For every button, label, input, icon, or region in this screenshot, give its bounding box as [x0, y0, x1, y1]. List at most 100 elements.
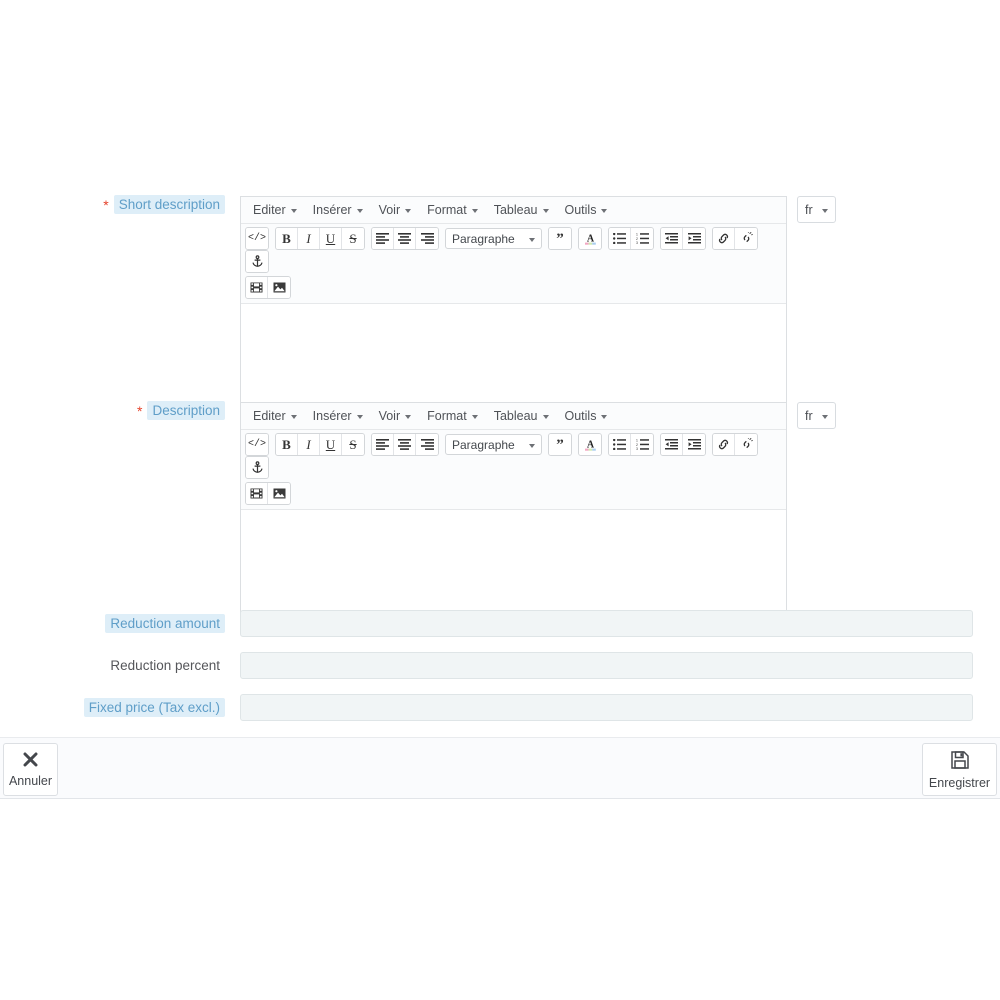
- editor-toolbar-description: </> B I U S Paragraphe ” A 1 2 3: [241, 430, 786, 510]
- indent-icon[interactable]: [683, 228, 705, 249]
- strikethrough-icon[interactable]: S: [342, 434, 364, 455]
- source-code-icon[interactable]: </>: [246, 434, 268, 455]
- menu-item-tableau-label: Tableau: [493, 409, 538, 423]
- toolbar-row-2: [245, 482, 782, 505]
- menu-item-tableau[interactable]: Tableau: [486, 407, 557, 425]
- reduction-percent-label-text: Reduction percent: [110, 657, 220, 673]
- description-editor-wrap: Editer Insérer Voir Format Tableau Outil…: [240, 402, 836, 614]
- align-right-icon[interactable]: [416, 228, 438, 249]
- description-label: * Description: [0, 401, 240, 420]
- menu-item-format[interactable]: Format: [419, 407, 486, 425]
- italic-icon[interactable]: I: [298, 228, 320, 249]
- underline-icon[interactable]: U: [320, 434, 342, 455]
- chevron-down-icon: [356, 209, 363, 213]
- bullet-list-icon[interactable]: [609, 228, 631, 249]
- chevron-down-icon: [405, 209, 412, 213]
- reduction-percent-input[interactable]: [240, 652, 973, 679]
- menu-item-inserer[interactable]: Insérer: [305, 407, 371, 425]
- outdent-icon[interactable]: [661, 228, 683, 249]
- save-button[interactable]: Enregistrer: [922, 743, 997, 796]
- menu-item-voir[interactable]: Voir: [371, 201, 420, 219]
- menu-item-format[interactable]: Format: [419, 201, 486, 219]
- cancel-button-label: Annuler: [8, 774, 53, 788]
- chevron-down-icon: [601, 415, 608, 419]
- menu-item-voir-label: Voir: [378, 409, 401, 423]
- chevron-down-icon: [356, 415, 363, 419]
- chevron-down-icon: [821, 414, 828, 419]
- language-selector-description[interactable]: fr: [797, 402, 836, 429]
- toolbar-row-1: </> B I U S Paragraphe ” A 1 2 3: [245, 227, 782, 273]
- format-select[interactable]: Paragraphe: [445, 434, 542, 455]
- menu-item-inserer-label: Insérer: [312, 409, 352, 423]
- toolbar-group-anchor: [245, 250, 269, 273]
- chevron-down-icon: [471, 415, 478, 419]
- toolbar-group-text-color: A: [578, 433, 602, 456]
- toolbar-group-align: [371, 433, 439, 456]
- menu-item-outils-label: Outils: [564, 203, 597, 217]
- menu-item-inserer[interactable]: Insérer: [305, 201, 371, 219]
- menu-item-outils[interactable]: Outils: [557, 407, 616, 425]
- svg-text:3: 3: [636, 447, 638, 450]
- cancel-button[interactable]: Annuler: [3, 743, 58, 796]
- align-left-icon[interactable]: [372, 434, 394, 455]
- text-color-icon[interactable]: A: [579, 434, 601, 455]
- underline-icon[interactable]: U: [320, 228, 342, 249]
- unlink-icon[interactable]: [735, 228, 757, 249]
- blockquote-icon[interactable]: ”: [549, 228, 571, 249]
- outdent-icon[interactable]: [661, 434, 683, 455]
- bold-icon[interactable]: B: [276, 434, 298, 455]
- image-icon[interactable]: [268, 277, 290, 298]
- fixed-price-input[interactable]: [240, 694, 973, 721]
- toolbar-group-media: [245, 482, 291, 505]
- format-select[interactable]: Paragraphe: [445, 228, 542, 249]
- menu-item-tableau[interactable]: Tableau: [486, 201, 557, 219]
- anchor-icon[interactable]: [246, 457, 268, 478]
- menu-item-outils[interactable]: Outils: [557, 201, 616, 219]
- toolbar-group-media: [245, 276, 291, 299]
- short-description-rich-text-editor[interactable]: Editer Insérer Voir Format Tableau Outil…: [240, 196, 787, 408]
- align-left-icon[interactable]: [372, 228, 394, 249]
- form-row-description: * Description Editer Insérer Voir Format …: [0, 401, 836, 614]
- media-icon[interactable]: [246, 277, 268, 298]
- toolbar-group-lists: 123: [608, 433, 654, 456]
- toolbar-group-source: </>: [245, 433, 269, 456]
- format-select-value: Paragraphe: [452, 437, 515, 452]
- reduction-amount-input[interactable]: [240, 610, 973, 637]
- text-color-icon[interactable]: A: [579, 228, 601, 249]
- short-description-edit-area[interactable]: [241, 304, 786, 407]
- italic-icon[interactable]: I: [298, 434, 320, 455]
- toolbar-group-anchor: [245, 456, 269, 479]
- unlink-icon[interactable]: [735, 434, 757, 455]
- language-selector-short-description[interactable]: fr: [797, 196, 836, 223]
- chevron-down-icon: [471, 209, 478, 213]
- menu-item-format-label: Format: [427, 409, 467, 423]
- source-code-icon[interactable]: </>: [246, 228, 268, 249]
- align-right-icon[interactable]: [416, 434, 438, 455]
- editor-menubar-short-description: Editer Insérer Voir Format Tableau Outil…: [241, 197, 786, 224]
- toolbar-group-source: </>: [245, 227, 269, 250]
- bullet-list-icon[interactable]: [609, 434, 631, 455]
- toolbar-group-indent: [660, 227, 706, 250]
- bold-icon[interactable]: B: [276, 228, 298, 249]
- strikethrough-icon[interactable]: S: [342, 228, 364, 249]
- link-icon[interactable]: [713, 228, 735, 249]
- align-center-icon[interactable]: [394, 434, 416, 455]
- chevron-down-icon: [290, 415, 297, 419]
- menu-item-voir[interactable]: Voir: [371, 407, 420, 425]
- numbered-list-icon[interactable]: 123: [631, 434, 653, 455]
- anchor-icon[interactable]: [246, 251, 268, 272]
- fixed-price-label-text: Fixed price (Tax excl.): [83, 697, 225, 717]
- image-icon[interactable]: [268, 483, 290, 504]
- menu-item-editer[interactable]: Editer: [245, 201, 305, 219]
- menu-item-editer[interactable]: Editer: [245, 407, 305, 425]
- blockquote-icon[interactable]: ”: [549, 434, 571, 455]
- media-icon[interactable]: [246, 483, 268, 504]
- short-description-label-text: Short description: [113, 195, 225, 214]
- language-code: fr: [805, 202, 813, 217]
- link-icon[interactable]: [713, 434, 735, 455]
- numbered-list-icon[interactable]: 123: [631, 228, 653, 249]
- align-center-icon[interactable]: [394, 228, 416, 249]
- description-edit-area[interactable]: [241, 510, 786, 613]
- description-rich-text-editor[interactable]: Editer Insérer Voir Format Tableau Outil…: [240, 402, 787, 614]
- indent-icon[interactable]: [683, 434, 705, 455]
